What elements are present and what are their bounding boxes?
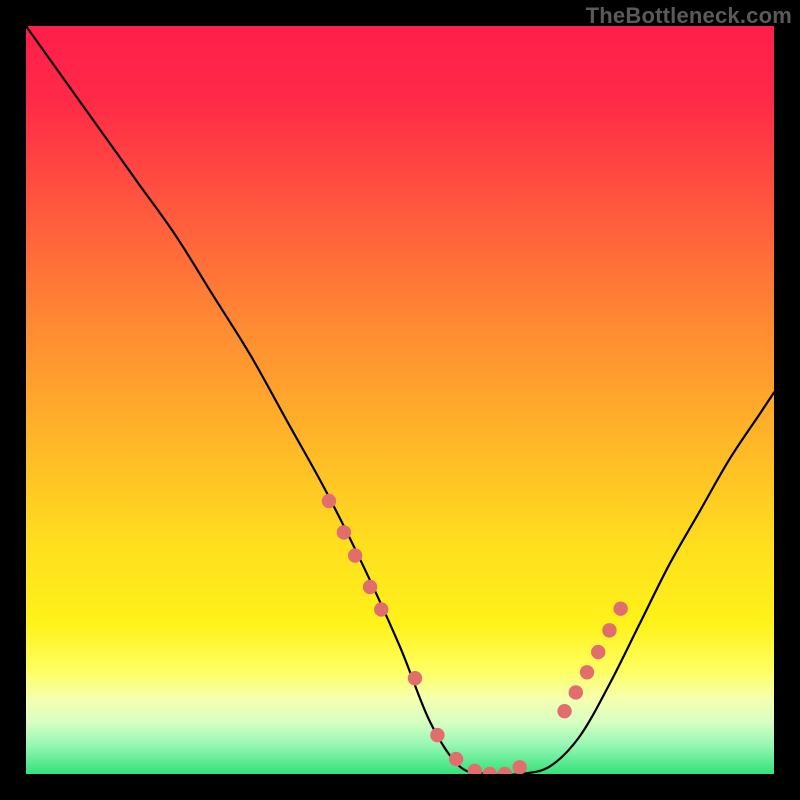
plot-svg bbox=[26, 26, 774, 774]
highlight-dot bbox=[374, 602, 388, 616]
watermark-text: TheBottleneck.com bbox=[586, 3, 792, 29]
highlight-dot bbox=[322, 494, 336, 508]
highlight-dot bbox=[580, 665, 594, 679]
highlight-dot bbox=[613, 601, 627, 615]
highlight-dot bbox=[557, 704, 571, 718]
gradient-background bbox=[26, 26, 774, 774]
chart-frame: TheBottleneck.com bbox=[0, 0, 800, 800]
highlight-dot bbox=[512, 760, 526, 774]
highlight-dot bbox=[449, 752, 463, 766]
plot-area bbox=[26, 26, 774, 774]
highlight-dot bbox=[591, 645, 605, 659]
highlight-dot bbox=[602, 623, 616, 637]
highlight-dot bbox=[408, 671, 422, 685]
highlight-dot bbox=[348, 548, 362, 562]
highlight-dot bbox=[337, 525, 351, 539]
highlight-dot bbox=[430, 728, 444, 742]
highlight-dot bbox=[363, 580, 377, 594]
highlight-dot bbox=[569, 685, 583, 699]
